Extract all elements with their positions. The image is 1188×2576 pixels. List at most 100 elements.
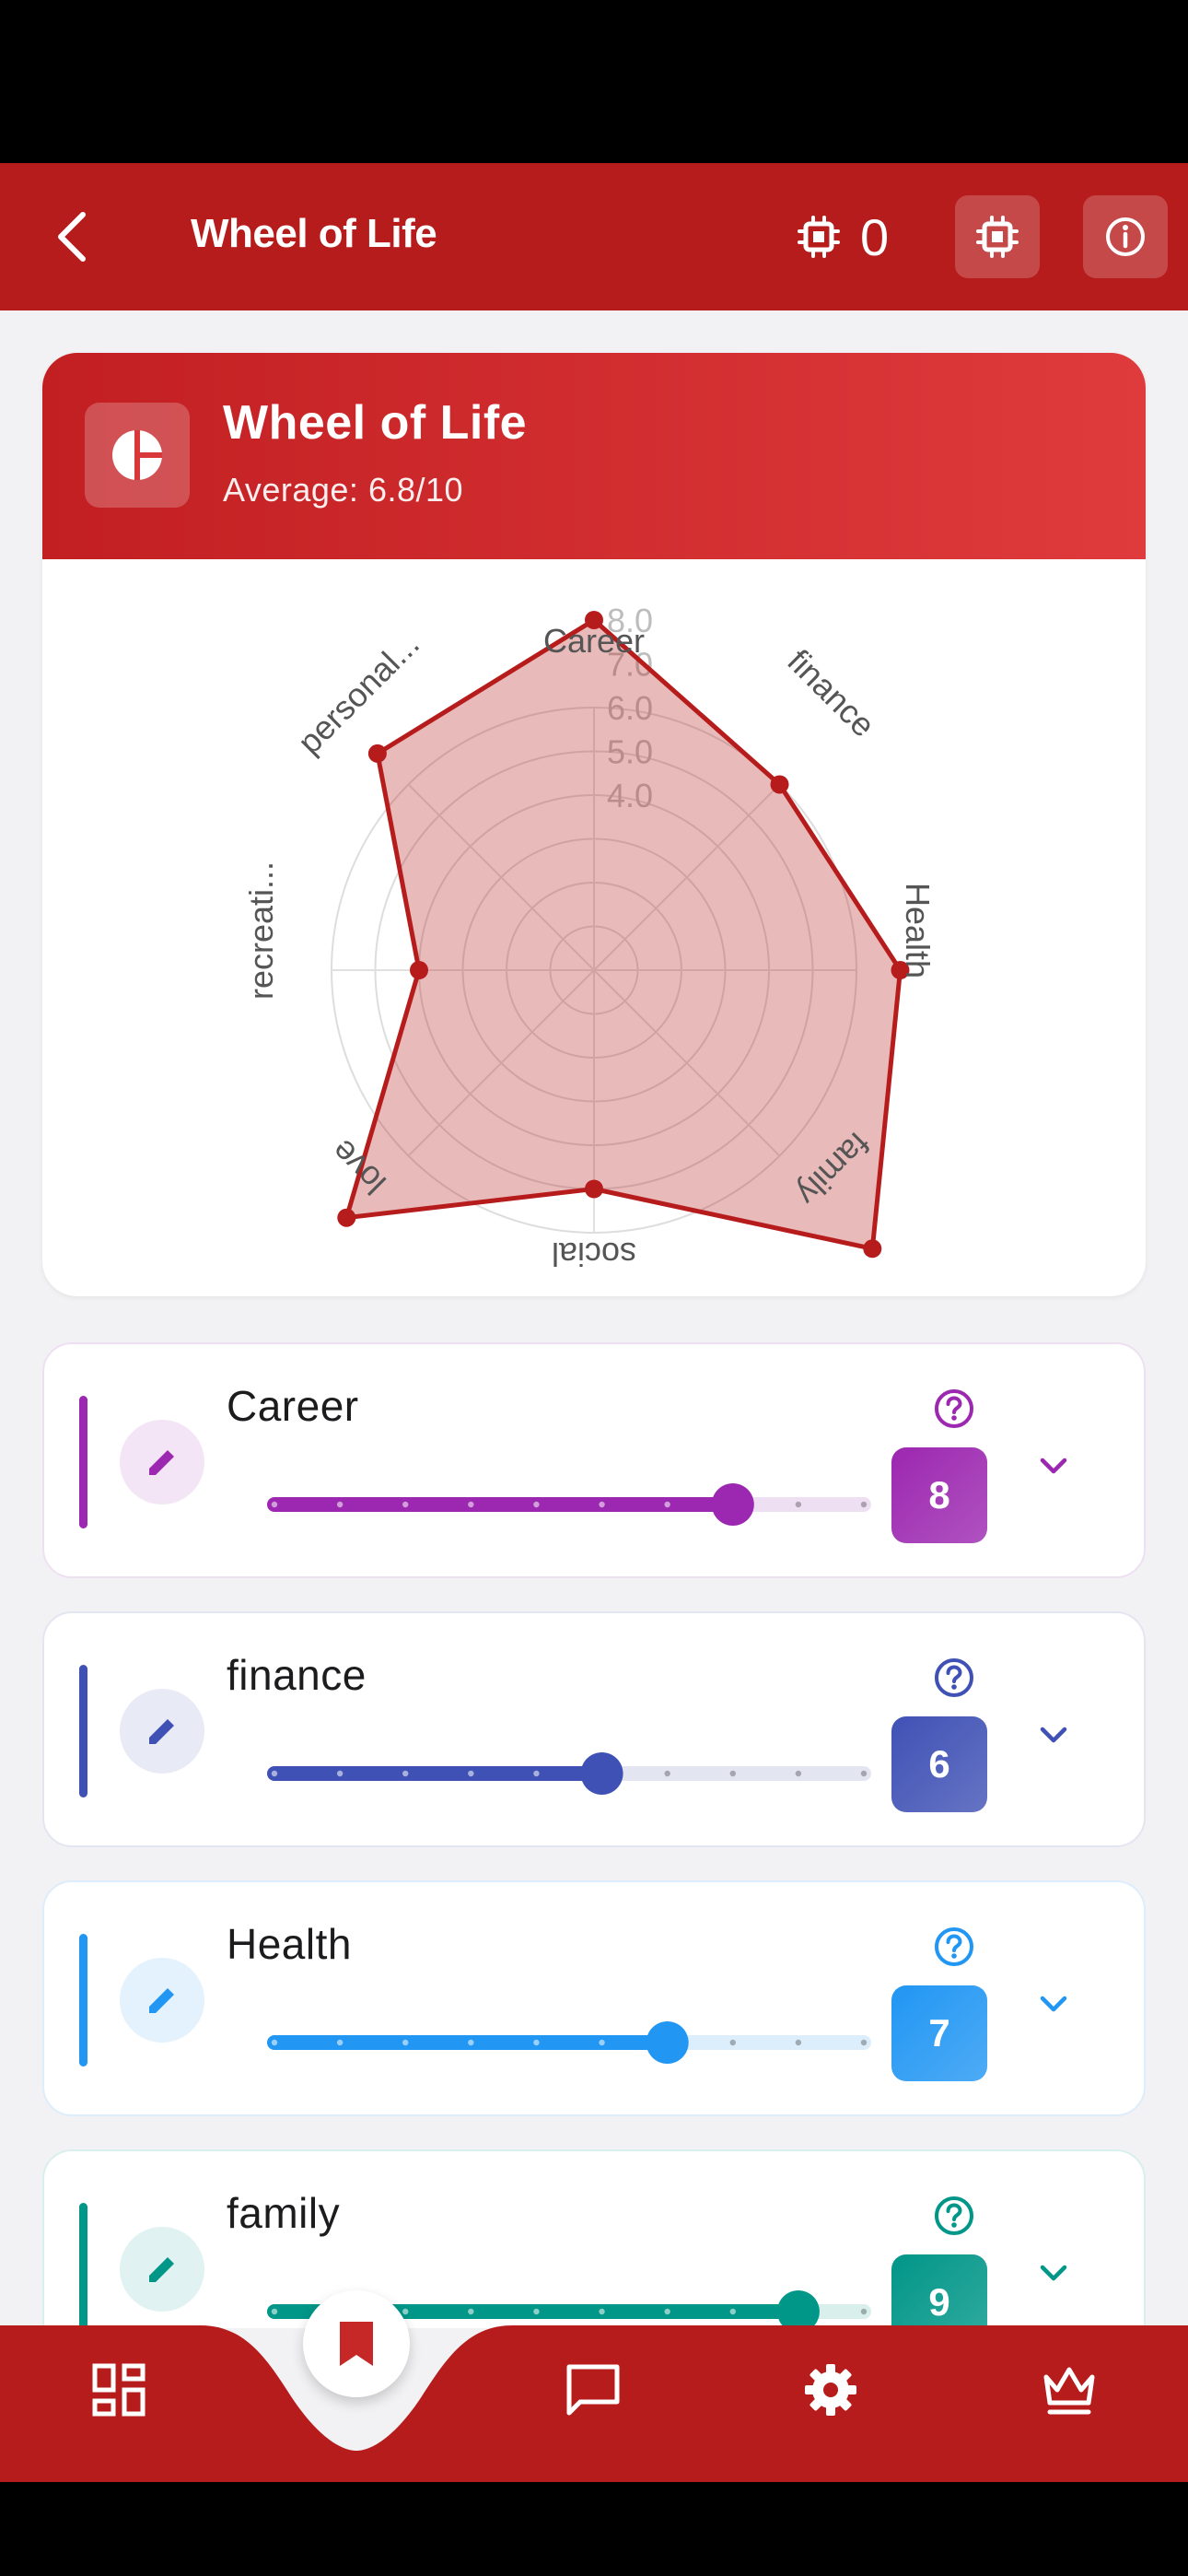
slider-tick <box>271 1770 278 1777</box>
chevron-down-icon <box>1040 1727 1067 1743</box>
slider-tick <box>795 1770 802 1777</box>
slider-tick <box>533 1770 540 1777</box>
nav-settings[interactable] <box>785 2344 877 2436</box>
slider-tick <box>860 2039 868 2046</box>
slider-tick <box>795 1501 802 1508</box>
slider-tick <box>402 2039 409 2046</box>
edit-button[interactable] <box>120 1689 204 1774</box>
app-screen: Wheel of Life 0 Wheel of Life Average: 6… <box>0 0 1188 2576</box>
expand-button[interactable] <box>1031 2251 1076 2295</box>
slider-tick <box>336 1501 344 1508</box>
slider-tick <box>599 2308 605 2315</box>
slider-tick <box>402 2308 409 2315</box>
expand-button[interactable] <box>1031 1444 1076 1488</box>
slider-tick <box>860 2308 868 2315</box>
slider-tick <box>468 2308 474 2315</box>
help-button[interactable] <box>932 1656 976 1700</box>
pencil-icon <box>149 1719 174 1744</box>
help-icon <box>935 1658 973 1697</box>
ai-button[interactable] <box>955 195 1040 278</box>
slider-tick <box>599 1501 605 1508</box>
category-card-health[interactable]: Health 7 <box>42 1880 1146 2116</box>
pencil-icon <box>149 1450 174 1475</box>
edit-button[interactable] <box>120 1420 204 1505</box>
rating-slider[interactable] <box>267 1752 871 1795</box>
slider-tick <box>533 2039 540 2046</box>
scroll-content[interactable]: Wheel of Life Average: 6.8/10 8.07.06.05… <box>0 310 1188 2328</box>
slider-tick <box>533 2308 540 2315</box>
slider-tick <box>468 2039 474 2046</box>
slider-tick <box>860 1501 868 1508</box>
status-bar <box>0 0 1188 163</box>
radar-chart: 8.07.06.05.04.0 Career finance Health fa… <box>242 602 937 1273</box>
category-name: finance <box>227 1651 367 1699</box>
help-icon <box>935 1927 973 1966</box>
crown-icon <box>1043 2367 1095 2415</box>
chevron-down-icon <box>1040 2265 1067 2281</box>
slider-tick <box>271 1501 278 1508</box>
home-indicator-area <box>0 2482 1188 2576</box>
accent-bar <box>79 1665 87 1797</box>
radar-point-recreation <box>410 961 428 979</box>
chevron-down-icon <box>1040 1996 1067 2012</box>
settings-icon <box>805 2364 856 2416</box>
category-name: family <box>227 2189 341 2237</box>
category-card-family[interactable]: family 9 <box>42 2149 1146 2328</box>
accent-bar <box>79 1396 87 1528</box>
accent-bar <box>79 1934 87 2067</box>
radar-area <box>344 617 903 1251</box>
slider-tick <box>402 1501 409 1508</box>
help-button[interactable] <box>932 1925 976 1969</box>
slider-tick <box>271 2308 278 2315</box>
help-button[interactable] <box>932 2194 976 2238</box>
category-card-finance[interactable]: finance 6 <box>42 1611 1146 1847</box>
slider-tick <box>729 2039 736 2046</box>
credits-counter[interactable]: 0 <box>798 200 889 274</box>
rating-slider[interactable] <box>267 2021 871 2064</box>
nav-chat[interactable] <box>547 2344 639 2436</box>
category-name: Health <box>227 1920 352 1968</box>
slider-tick <box>729 2308 736 2315</box>
pencil-icon <box>149 1988 174 2013</box>
bookmark-icon <box>340 2322 373 2366</box>
help-button[interactable] <box>932 1387 976 1431</box>
wheel-card: Wheel of Life Average: 6.8/10 8.07.06.05… <box>42 353 1146 1296</box>
slider-tick <box>664 1501 670 1508</box>
slider-tick <box>468 1770 474 1777</box>
slider-thumb <box>711 1483 754 1526</box>
slider-tick <box>795 2039 802 2046</box>
expand-button[interactable] <box>1031 1713 1076 1757</box>
slider-tick <box>599 2039 605 2046</box>
slider-tick <box>729 1770 736 1777</box>
slider-tick <box>664 2308 670 2315</box>
edit-button[interactable] <box>120 1958 204 2043</box>
chevron-down-icon <box>1040 1458 1067 1474</box>
radar-point-family <box>863 1239 882 1259</box>
rating-slider[interactable] <box>267 1483 871 1526</box>
slider-tick <box>664 1770 670 1777</box>
radar-point-social <box>585 1179 603 1199</box>
score-badge: 8 <box>891 1447 987 1543</box>
nav-premium[interactable] <box>1023 2344 1115 2436</box>
dashboard-icon <box>92 2363 146 2417</box>
axis-label-recreation: recreati... <box>242 861 280 1000</box>
edit-button[interactable] <box>120 2227 204 2312</box>
pencil-icon <box>149 2257 174 2282</box>
expand-button[interactable] <box>1031 1982 1076 2026</box>
axis-label-social: social <box>552 1235 636 1273</box>
score-badge: 6 <box>891 1716 987 1812</box>
chip-icon <box>798 216 840 258</box>
back-button[interactable] <box>46 207 105 266</box>
chat-icon <box>566 2364 620 2416</box>
slider-tick <box>860 1770 868 1777</box>
axis-label-finance: finance <box>780 642 882 744</box>
info-button[interactable] <box>1083 195 1168 278</box>
nav-dashboard[interactable] <box>73 2344 165 2436</box>
slider-tick <box>336 2039 344 2046</box>
category-card-career[interactable]: Career 8 <box>42 1342 1146 1578</box>
accent-bar <box>79 2203 87 2328</box>
nav-bookmark-active[interactable] <box>303 2290 410 2397</box>
page-title: Wheel of Life <box>191 211 437 256</box>
slider-tick <box>533 1501 540 1508</box>
radar-point-personal <box>367 744 387 763</box>
